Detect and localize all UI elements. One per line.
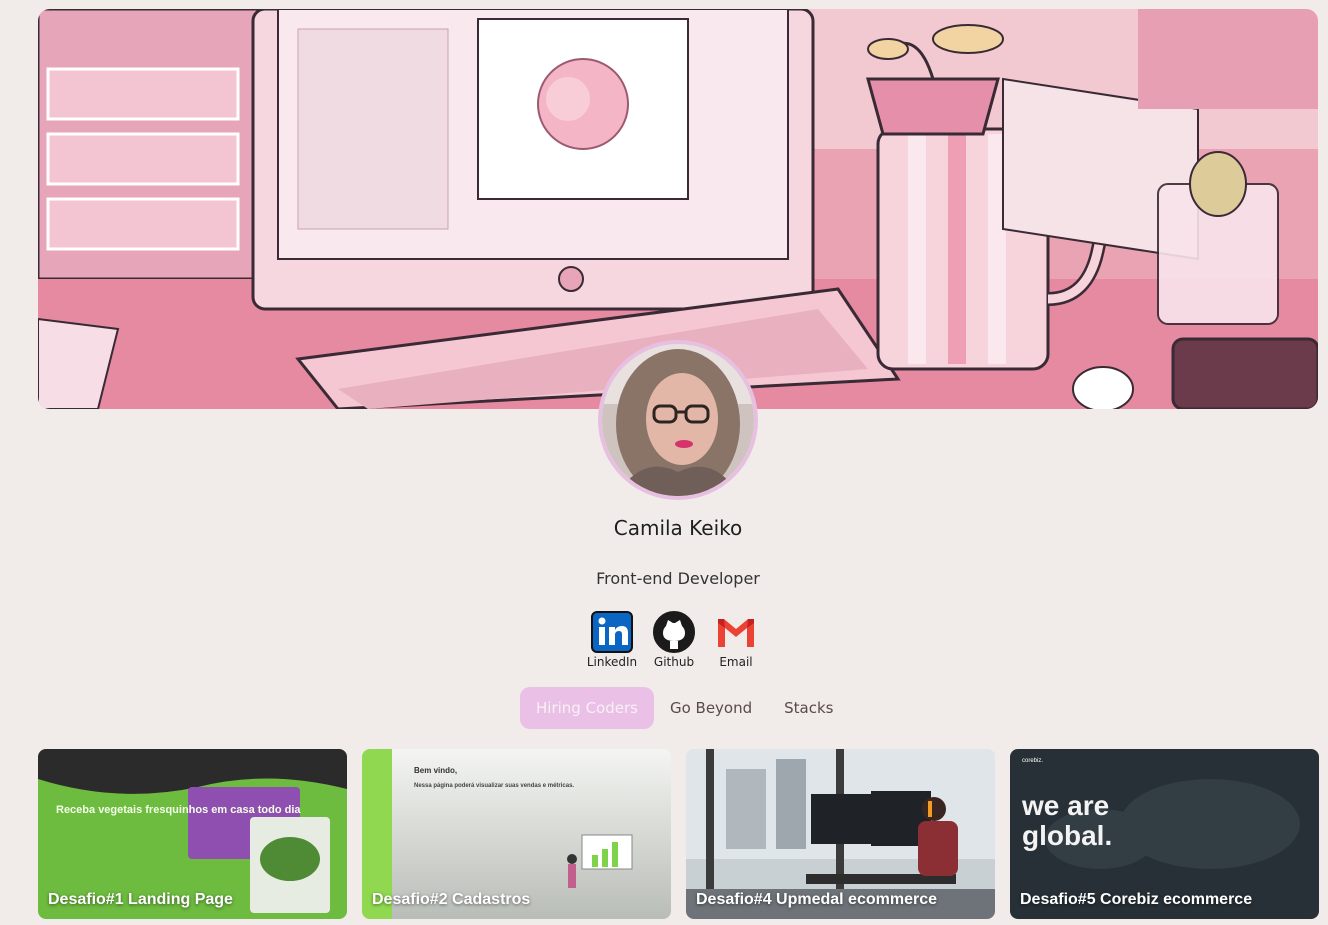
project-card-landing-page[interactable]: Receba vegetais fresquinhos em casa todo… (38, 749, 347, 919)
corebiz-preview-heading-1: we are (1021, 790, 1109, 821)
github-icon (653, 611, 695, 653)
project-card-cadastros[interactable]: Bem vindo, Nessa página poderá visualiza… (362, 749, 671, 919)
cadastros-preview-subheading: Nessa página poderá visualizar suas vend… (414, 783, 574, 789)
social-links: LinkedIn Github Email (587, 611, 761, 669)
profile-photo (602, 344, 754, 496)
project-cards: Receba vegetais fresquinhos em casa todo… (38, 749, 1319, 919)
tab-go-beyond[interactable]: Go Beyond (654, 687, 768, 729)
landing-preview-heading: Receba vegetais fresquinhos em casa todo… (56, 804, 301, 816)
tab-stacks[interactable]: Stacks (768, 687, 849, 729)
project-title: Desafio#5 Corebiz ecommerce (1020, 891, 1253, 908)
corebiz-preview-brand: corebiz. (1022, 758, 1043, 764)
project-title: Desafio#2 Cadastros (372, 891, 531, 908)
email-link[interactable]: Email (711, 611, 761, 669)
profile-name: Camila Keiko (613, 516, 743, 540)
cadastros-preview-heading: Bem vindo, (414, 766, 457, 775)
project-card-corebiz[interactable]: corebiz. we are global. Desafio#5 Corebi… (1010, 749, 1319, 919)
profile-role: Front-end Developer (596, 569, 760, 588)
project-tabs: Hiring Coders Go Beyond Stacks (520, 687, 849, 729)
linkedin-link[interactable]: LinkedIn (587, 611, 637, 669)
github-label: Github (653, 655, 695, 669)
linkedin-icon (591, 611, 633, 653)
project-card-upmedal[interactable]: Desafio#4 Upmedal ecommerce (686, 749, 995, 919)
corebiz-preview-heading-2: global. (1022, 820, 1112, 851)
profile-avatar (598, 340, 758, 500)
project-title: Desafio#1 Landing Page (48, 891, 233, 908)
github-link[interactable]: Github (649, 611, 699, 669)
linkedin-label: LinkedIn (586, 655, 638, 669)
email-label: Email (719, 655, 753, 669)
project-title: Desafio#4 Upmedal ecommerce (696, 891, 937, 908)
tab-hiring-coders[interactable]: Hiring Coders (520, 687, 654, 729)
gmail-icon (718, 619, 754, 647)
